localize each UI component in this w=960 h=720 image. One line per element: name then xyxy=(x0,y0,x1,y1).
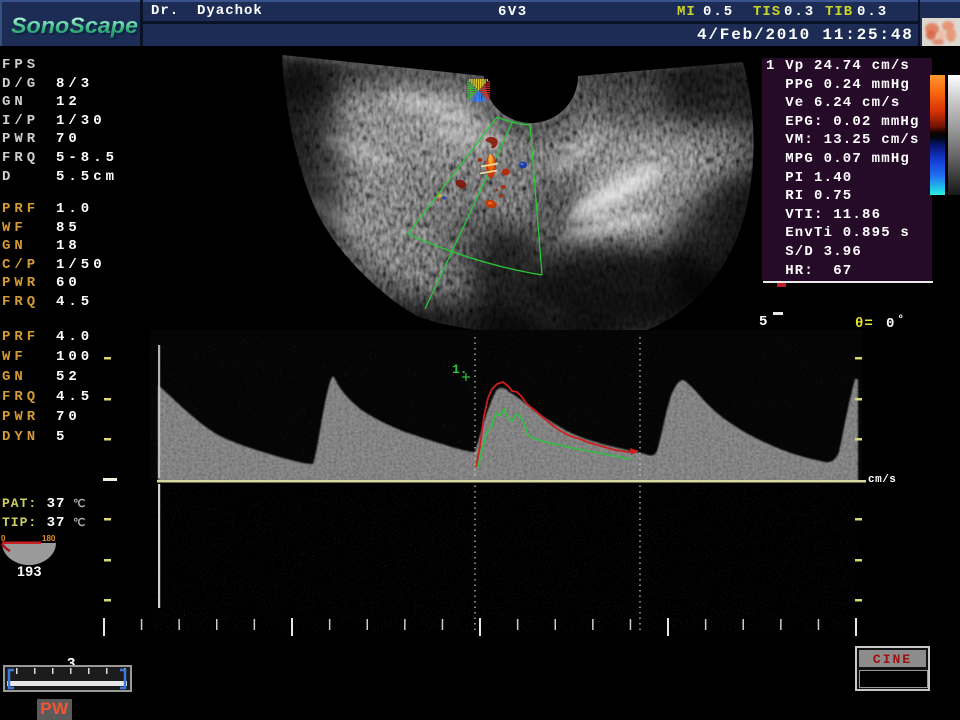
svg-text:1.: 1. xyxy=(452,362,468,377)
